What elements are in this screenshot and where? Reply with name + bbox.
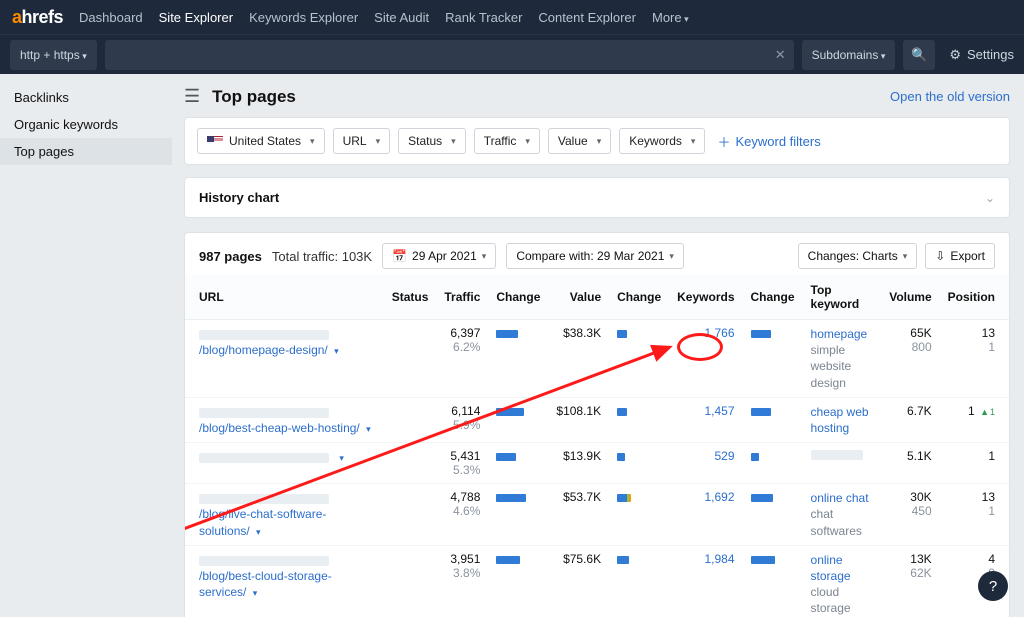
filter-status[interactable]: Status	[398, 128, 466, 154]
col-top-keyword[interactable]: Top keyword	[803, 275, 882, 320]
history-chart-title: History chart	[199, 190, 279, 205]
col-volume[interactable]: Volume	[881, 275, 939, 320]
keywords-count-link[interactable]: 1,457	[704, 404, 734, 418]
date-picker[interactable]: 📅29 Apr 2021▾	[382, 243, 496, 269]
keywords-count-link[interactable]: 529	[714, 449, 734, 463]
nav-rank-tracker[interactable]: Rank Tracker	[445, 10, 522, 25]
logo[interactable]: ahrefs	[12, 7, 63, 28]
url-input[interactable]: ✕	[105, 40, 794, 70]
filter-traffic[interactable]: Traffic	[474, 128, 540, 154]
keyword-filters-link[interactable]: ＋Keyword filters	[713, 132, 820, 151]
search-icon: 🔍	[911, 47, 927, 63]
col-change-2[interactable]: Change	[609, 275, 669, 320]
us-flag-icon	[207, 136, 223, 147]
table-row: /blog/best-cheap-web-hosting/ ▾ 6,114 5.…	[185, 397, 1009, 442]
top-pages-table: URL Status Traffic Change Value Change K…	[185, 275, 1009, 617]
nav-dashboard[interactable]: Dashboard	[79, 10, 143, 25]
download-icon: ⇩	[935, 249, 945, 263]
sidebar-backlinks[interactable]: Backlinks	[0, 84, 172, 111]
caret-down-icon[interactable]: ▾	[334, 346, 339, 356]
table-card: 987 pages Total traffic: 103K 📅29 Apr 20…	[184, 232, 1010, 617]
top-nav: ahrefs Dashboard Site Explorer Keywords …	[0, 0, 1024, 34]
col-position[interactable]: Position	[940, 275, 1009, 320]
caret-down-icon[interactable]: ▾	[253, 588, 258, 598]
filter-country[interactable]: United States	[197, 128, 325, 154]
changes-dropdown[interactable]: Changes: Charts▾	[798, 243, 918, 269]
nav-site-audit[interactable]: Site Audit	[374, 10, 429, 25]
table-row: /blog/homepage-design/ ▾ 6,397 6.2% $38.…	[185, 320, 1009, 398]
nav-content-explorer[interactable]: Content Explorer	[538, 10, 636, 25]
col-change-3[interactable]: Change	[743, 275, 803, 320]
filter-keywords[interactable]: Keywords	[619, 128, 705, 154]
page-url-link[interactable]: /blog/live-chat-software-solutions/	[199, 507, 326, 537]
keywords-count-link[interactable]: 1,692	[704, 490, 734, 504]
col-value[interactable]: Value	[548, 275, 609, 320]
history-chart-card[interactable]: History chart ⌄	[184, 177, 1010, 218]
table-row: /blog/best-cloud-storage-services/ ▾ 3,9…	[185, 545, 1009, 617]
page-title: Top pages	[212, 87, 296, 107]
sidebar-top-pages[interactable]: Top pages	[0, 138, 172, 165]
plus-icon: ＋	[717, 132, 730, 151]
caret-down-icon[interactable]: ▾	[366, 424, 371, 434]
total-traffic: Total traffic: 103K	[272, 249, 372, 264]
caret-down-icon[interactable]: ▾	[339, 453, 344, 463]
page-url-link[interactable]: /blog/homepage-design/	[199, 343, 328, 357]
table-row: ▾ 5,431 5.3% $13.9K 529 5.1K 1	[185, 443, 1009, 484]
top-keyword-link[interactable]: cheap web hosting	[811, 405, 869, 435]
chevron-down-icon: ⌄	[985, 191, 995, 205]
clear-icon[interactable]: ✕	[775, 47, 786, 63]
col-keywords[interactable]: Keywords	[669, 275, 742, 320]
help-button[interactable]: ?	[978, 571, 1008, 601]
keywords-count-link[interactable]: 1,766	[704, 326, 734, 340]
nav-site-explorer[interactable]: Site Explorer	[159, 10, 233, 25]
filters-card: United States URL Status Traffic Value K…	[184, 117, 1010, 165]
top-keyword-link[interactable]: online storagecloud storage	[811, 553, 874, 617]
calendar-icon: 📅	[392, 249, 407, 263]
search-row: http + https ✕ Subdomains 🔍 ⚙Settings	[0, 34, 1024, 74]
search-button[interactable]: 🔍	[903, 40, 935, 70]
col-status[interactable]: Status	[384, 275, 437, 320]
sidebar: Backlinks Organic keywords Top pages	[0, 74, 172, 617]
gear-icon: ⚙	[949, 47, 961, 63]
top-keyword-link[interactable]: homepagesimple website design	[811, 327, 874, 391]
nav-more[interactable]: More	[652, 10, 689, 25]
page-count: 987 pages	[199, 249, 262, 264]
compare-picker[interactable]: Compare with: 29 Mar 2021▾	[506, 243, 684, 269]
settings-link[interactable]: ⚙Settings	[949, 47, 1014, 63]
filter-value[interactable]: Value	[548, 128, 611, 154]
caret-down-icon[interactable]: ▾	[256, 527, 261, 537]
export-button[interactable]: ⇩Export	[925, 243, 995, 269]
sidebar-toggle-icon[interactable]: ☰	[184, 86, 200, 107]
sidebar-organic-keywords[interactable]: Organic keywords	[0, 111, 172, 138]
page-url-link[interactable]: /blog/best-cloud-storage-services/	[199, 569, 332, 599]
keywords-count-link[interactable]: 1,984	[704, 552, 734, 566]
col-traffic[interactable]: Traffic	[436, 275, 488, 320]
protocol-dropdown[interactable]: http + https	[10, 40, 97, 70]
table-row: /blog/live-chat-software-solutions/ ▾ 4,…	[185, 484, 1009, 546]
filter-url[interactable]: URL	[333, 128, 391, 154]
col-url[interactable]: URL	[185, 275, 384, 320]
top-keyword-link[interactable]: online chatchat softwares	[811, 491, 874, 539]
nav-keywords-explorer[interactable]: Keywords Explorer	[249, 10, 358, 25]
page-url-link[interactable]: /blog/best-cheap-web-hosting/	[199, 421, 360, 435]
col-change-1[interactable]: Change	[488, 275, 548, 320]
mode-dropdown[interactable]: Subdomains	[802, 40, 896, 70]
open-old-version-link[interactable]: Open the old version	[890, 89, 1010, 104]
